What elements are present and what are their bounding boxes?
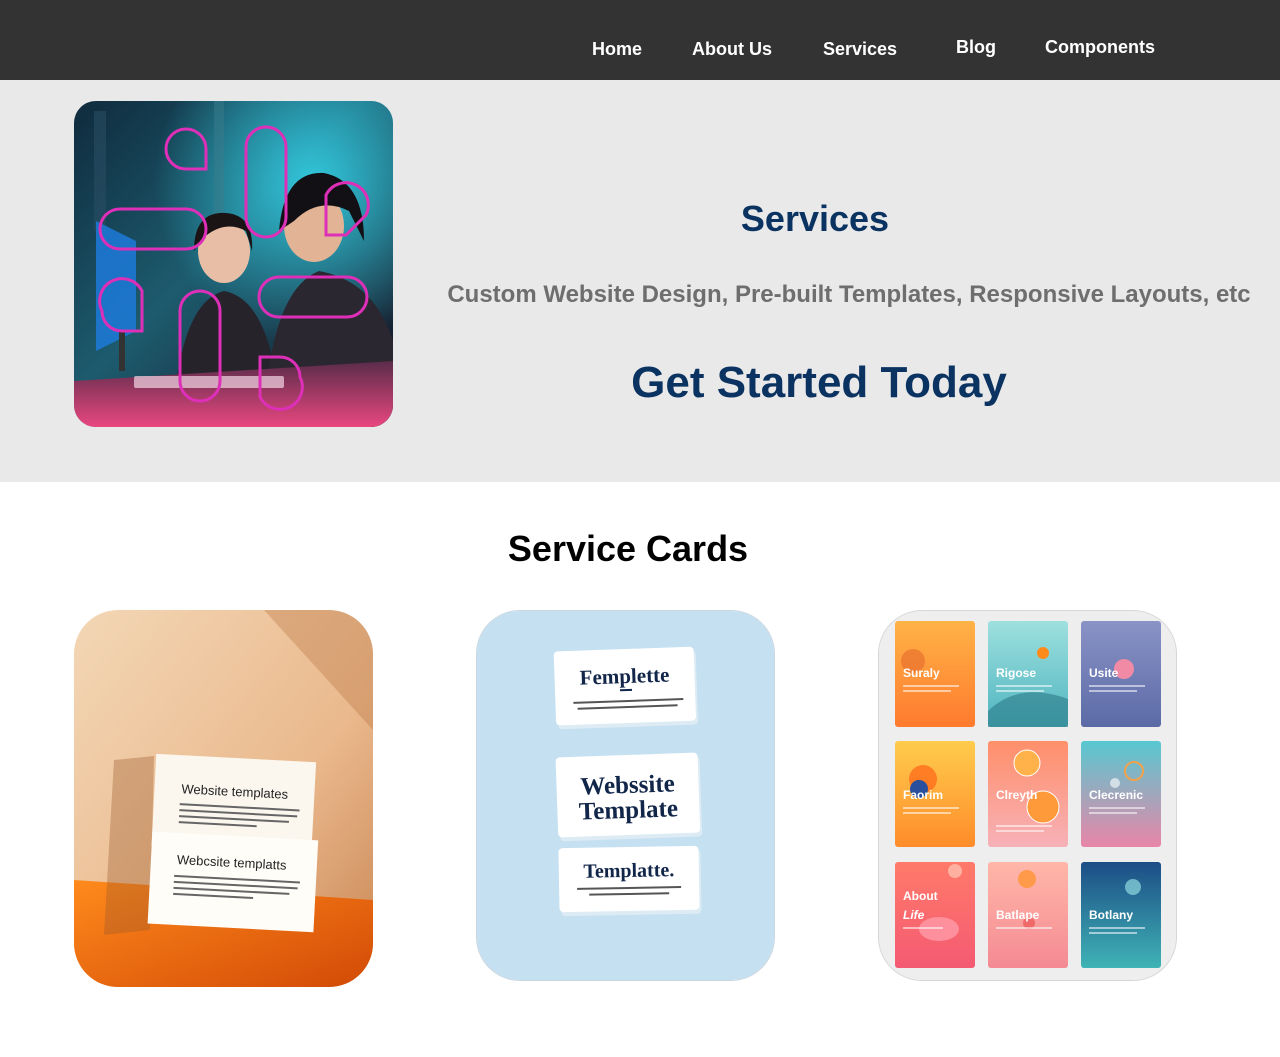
nav-blog-link[interactable]: Blog <box>956 37 996 58</box>
hero-image <box>74 101 393 427</box>
tile-7-sub: Life <box>903 908 925 922</box>
tile-9-label: Botlany <box>1089 908 1133 922</box>
get-started-heading: Get Started Today <box>631 358 1007 407</box>
service-card-website-templates[interactable]: Website templates Webcsite templatts <box>74 610 373 987</box>
tile-6-label: Clecrenic <box>1089 788 1143 802</box>
service-card-templates[interactable]: Femplette Webssite Template Templatte. <box>476 610 775 981</box>
tile-5-label: Clreyth <box>996 788 1037 802</box>
nav-components-link[interactable]: Components <box>1045 37 1155 58</box>
tile-4-label: Faorim <box>903 788 943 802</box>
tile-1-label: Suraly <box>903 666 940 680</box>
hero-section: Services Custom Website Design, Pre-buil… <box>0 80 1280 482</box>
service-cards-title: Service Cards <box>507 528 749 569</box>
nav-services-link[interactable]: Services <box>823 39 897 60</box>
card2-title2b: Template <box>578 795 678 825</box>
tile-3-label: Usite <box>1089 666 1119 680</box>
page-title: Services <box>740 198 890 239</box>
top-navbar: Home About Us Services Blog Components <box>0 0 1280 80</box>
card2-title1: Femplette <box>579 663 670 690</box>
tile-2-label: Rigose <box>996 666 1036 680</box>
card2-title3: Templatte. <box>583 859 674 883</box>
hero-subtitle: Custom Website Design, Pre-built Templat… <box>447 281 1251 308</box>
tile-8-label: Batlape <box>996 908 1040 922</box>
nav-home-link[interactable]: Home <box>592 39 642 60</box>
tile-7-label: About <box>903 889 938 903</box>
service-card-template-grid[interactable]: Suraly Rigose Usite Faorim Clreyth Clecr… <box>878 610 1177 981</box>
nav-about-link[interactable]: About Us <box>692 39 772 60</box>
